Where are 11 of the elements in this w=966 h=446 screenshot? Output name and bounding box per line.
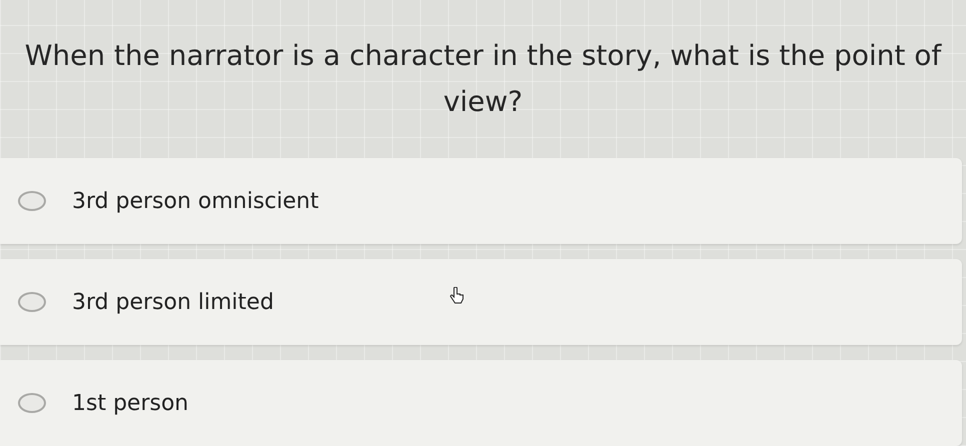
answer-option[interactable]: 3rd person limited <box>0 259 962 345</box>
option-label: 1st person <box>72 390 188 416</box>
option-label: 3rd person omniscient <box>72 188 319 214</box>
question-text: When the narrator is a character in the story, what is the point of view? <box>24 38 943 120</box>
answer-option[interactable]: 3rd person omniscient <box>0 158 962 244</box>
radio-button[interactable] <box>18 191 46 211</box>
answer-option[interactable]: 1st person <box>0 360 962 446</box>
radio-button[interactable] <box>18 292 46 312</box>
hand-cursor-icon <box>450 287 464 305</box>
option-label: 3rd person limited <box>72 290 274 314</box>
radio-button[interactable] <box>18 393 46 413</box>
